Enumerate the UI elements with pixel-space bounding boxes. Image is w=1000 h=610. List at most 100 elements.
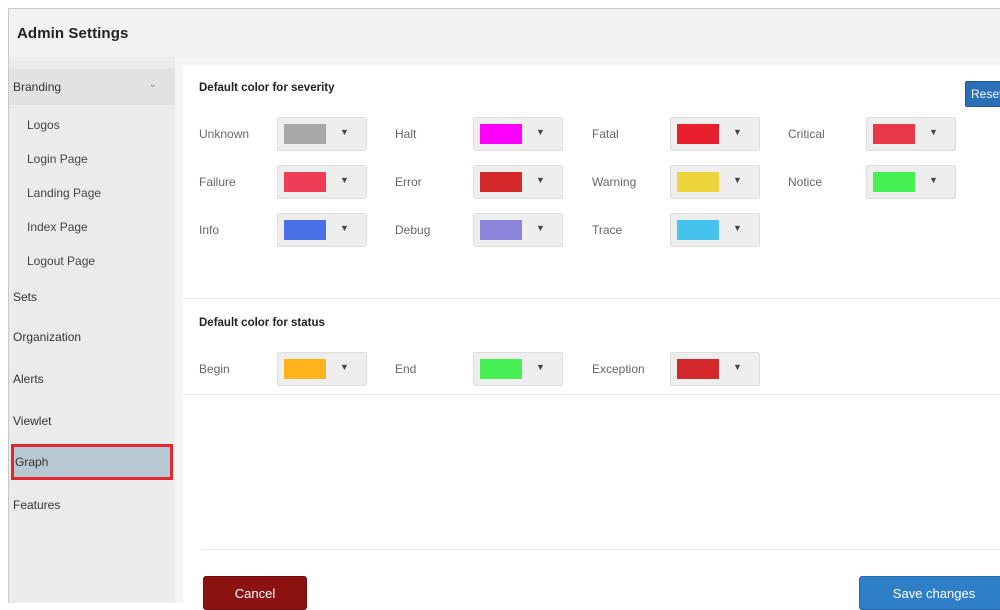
trace-color-swatch [677, 220, 719, 240]
unknown-color-swatch [284, 124, 326, 144]
sidebar-item-label: Features [13, 498, 61, 512]
fatal-label: Fatal [592, 127, 619, 141]
begin-color-picker[interactable]: ▼ [277, 352, 367, 386]
reset-button-label: Reset [971, 87, 1000, 101]
header: Admin Settings [9, 9, 1000, 57]
sidebar-item-sets[interactable]: Sets [9, 279, 175, 315]
sidebar-item-alerts[interactable]: Alerts [9, 361, 175, 397]
sidebar-item-graph[interactable]: Graph [11, 444, 173, 480]
unknown-color-picker[interactable]: ▼ [277, 117, 367, 151]
sidebar-item-organization[interactable]: Organization [9, 319, 175, 355]
divider [183, 394, 1000, 395]
status-section-title: Default color for status [199, 317, 325, 329]
debug-label: Debug [395, 223, 431, 237]
exception-color-field: Exception ▼ [592, 352, 788, 386]
critical-color-field: Critical ▼ [788, 117, 984, 151]
caret-down-icon: ▼ [733, 362, 742, 372]
info-color-field: Info ▼ [199, 213, 395, 247]
sidebar-item-label: Sets [13, 290, 38, 304]
debug-color-picker[interactable]: ▼ [473, 213, 563, 247]
notice-color-picker[interactable]: ▼ [866, 165, 956, 199]
halt-color-field: Halt ▼ [395, 117, 591, 151]
info-color-swatch [284, 220, 326, 240]
severity-section-title: Default color for severity [199, 82, 335, 94]
critical-label: Critical [788, 127, 825, 141]
sidebar-subitem-label: Index Page [27, 220, 88, 234]
notice-color-swatch [873, 172, 915, 192]
sidebar: Branding ⌄ Logos Login Page Landing Page… [9, 57, 175, 603]
page-title: Admin Settings [17, 24, 129, 42]
fatal-color-field: Fatal ▼ [592, 117, 788, 151]
notice-color-field: Notice ▼ [788, 165, 984, 199]
caret-down-icon: ▼ [340, 175, 349, 185]
caret-down-icon: ▼ [929, 175, 938, 185]
warning-label: Warning [592, 175, 637, 189]
failure-color-picker[interactable]: ▼ [277, 165, 367, 199]
trace-color-field: Trace ▼ [592, 213, 788, 247]
reset-button[interactable]: Reset [965, 81, 1000, 107]
debug-color-field: Debug ▼ [395, 213, 591, 247]
fatal-color-swatch [677, 124, 719, 144]
sidebar-item-label: Alerts [13, 372, 44, 386]
divider [183, 298, 1000, 299]
trace-label: Trace [592, 223, 623, 237]
caret-down-icon: ▼ [340, 127, 349, 137]
caret-down-icon: ▼ [340, 362, 349, 372]
exception-color-swatch [677, 359, 719, 379]
cancel-button-label: Cancel [234, 585, 276, 601]
sidebar-item-branding[interactable]: Branding ⌄ [9, 69, 175, 105]
sidebar-item-label: Graph [15, 455, 49, 469]
fatal-color-picker[interactable]: ▼ [670, 117, 760, 151]
critical-color-picker[interactable]: ▼ [866, 117, 956, 151]
halt-label: Halt [395, 127, 417, 141]
failure-color-field: Failure ▼ [199, 165, 395, 199]
caret-down-icon: ▼ [733, 127, 742, 137]
save-changes-button[interactable]: Save changes [859, 576, 1000, 610]
warning-color-picker[interactable]: ▼ [670, 165, 760, 199]
sidebar-subitem-label: Landing Page [27, 186, 102, 200]
sidebar-subitem-index-page[interactable]: Index Page [9, 213, 175, 241]
sidebar-subitem-label: Logos [27, 118, 60, 132]
caret-down-icon: ▼ [733, 223, 742, 233]
sidebar-item-label: Viewlet [13, 414, 52, 428]
failure-color-swatch [284, 172, 326, 192]
unknown-label: Unknown [199, 127, 250, 141]
divider [203, 549, 1000, 550]
begin-color-field: Begin ▼ [199, 352, 395, 386]
exception-color-picker[interactable]: ▼ [670, 352, 760, 386]
sidebar-subitem-label: Login Page [27, 152, 88, 166]
trace-color-picker[interactable]: ▼ [670, 213, 760, 247]
sidebar-item-viewlet[interactable]: Viewlet [9, 403, 175, 439]
error-color-field: Error ▼ [395, 165, 591, 199]
error-color-swatch [480, 172, 522, 192]
caret-down-icon: ▼ [929, 127, 938, 137]
sidebar-subitem-login-page[interactable]: Login Page [9, 145, 175, 173]
info-label: Info [199, 223, 220, 237]
save-button-label: Save changes [892, 585, 976, 601]
failure-label: Failure [199, 175, 236, 189]
sidebar-item-features[interactable]: Features [9, 487, 175, 523]
chevron-down-icon: ⌄ [148, 79, 157, 90]
warning-color-swatch [677, 172, 719, 192]
unknown-color-field: Unknown ▼ [199, 117, 395, 151]
notice-label: Notice [788, 175, 823, 189]
halt-color-swatch [480, 124, 522, 144]
cancel-button[interactable]: Cancel [203, 576, 307, 610]
graph-settings-panel: Default color for severity Reset Unknown… [183, 65, 1000, 610]
end-color-field: End ▼ [395, 352, 591, 386]
error-color-picker[interactable]: ▼ [473, 165, 563, 199]
sidebar-subitem-landing-page[interactable]: Landing Page [9, 179, 175, 207]
sidebar-subitem-logos[interactable]: Logos [9, 111, 175, 139]
caret-down-icon: ▼ [536, 362, 545, 372]
info-color-picker[interactable]: ▼ [277, 213, 367, 247]
critical-color-swatch [873, 124, 915, 144]
end-color-picker[interactable]: ▼ [473, 352, 563, 386]
sidebar-subitem-logout-page[interactable]: Logout Page [9, 247, 175, 275]
halt-color-picker[interactable]: ▼ [473, 117, 563, 151]
end-label: End [395, 362, 417, 376]
sidebar-item-label: Branding [13, 80, 62, 94]
sidebar-item-label: Organization [13, 330, 82, 344]
debug-color-swatch [480, 220, 522, 240]
exception-label: Exception [592, 362, 645, 376]
admin-settings-window: Admin Settings Branding ⌄ Logos Login Pa… [8, 8, 1000, 610]
